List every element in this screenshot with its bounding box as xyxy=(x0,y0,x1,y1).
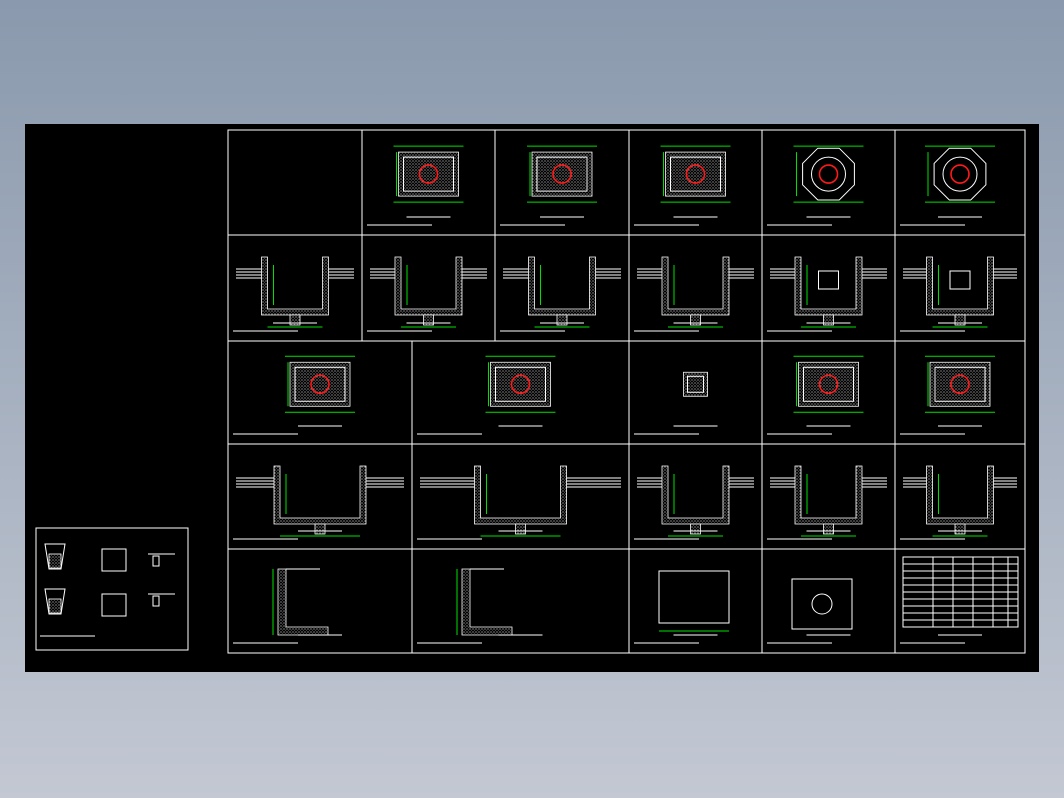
drawing-cells xyxy=(228,130,1025,653)
drawing-cell xyxy=(233,568,342,644)
drawing-cell xyxy=(417,355,556,435)
left-detail-panel xyxy=(35,527,189,651)
drawing-cell xyxy=(767,256,887,332)
drawing-cell xyxy=(233,355,355,435)
drawing-cell xyxy=(233,465,404,540)
drawing-cell xyxy=(634,256,754,332)
drawing-cell xyxy=(233,256,354,332)
drawing-cell xyxy=(900,256,1017,332)
drawing-cell xyxy=(900,465,1017,540)
drawing-cell xyxy=(500,256,621,332)
drawing-cell xyxy=(417,465,621,540)
cad-drawing-viewport[interactable] xyxy=(25,124,1039,672)
drawing-cell xyxy=(767,145,864,226)
drawing-cell xyxy=(500,145,597,226)
drawing-cell xyxy=(367,256,487,332)
drawing-cell xyxy=(767,578,853,644)
drawing-cell xyxy=(417,568,543,644)
drawing-sheet xyxy=(35,129,1026,654)
drawing-cell xyxy=(900,145,995,226)
drawing-cell xyxy=(634,371,718,435)
drawing-cell xyxy=(634,465,754,540)
drawing-cell xyxy=(767,355,864,435)
drawing-cell xyxy=(767,465,887,540)
drawing-cell xyxy=(634,570,730,644)
drawing-cell xyxy=(900,355,995,435)
drawing-cell xyxy=(634,145,731,226)
drawing-cell xyxy=(900,556,1019,644)
drawing-cell xyxy=(367,145,464,226)
